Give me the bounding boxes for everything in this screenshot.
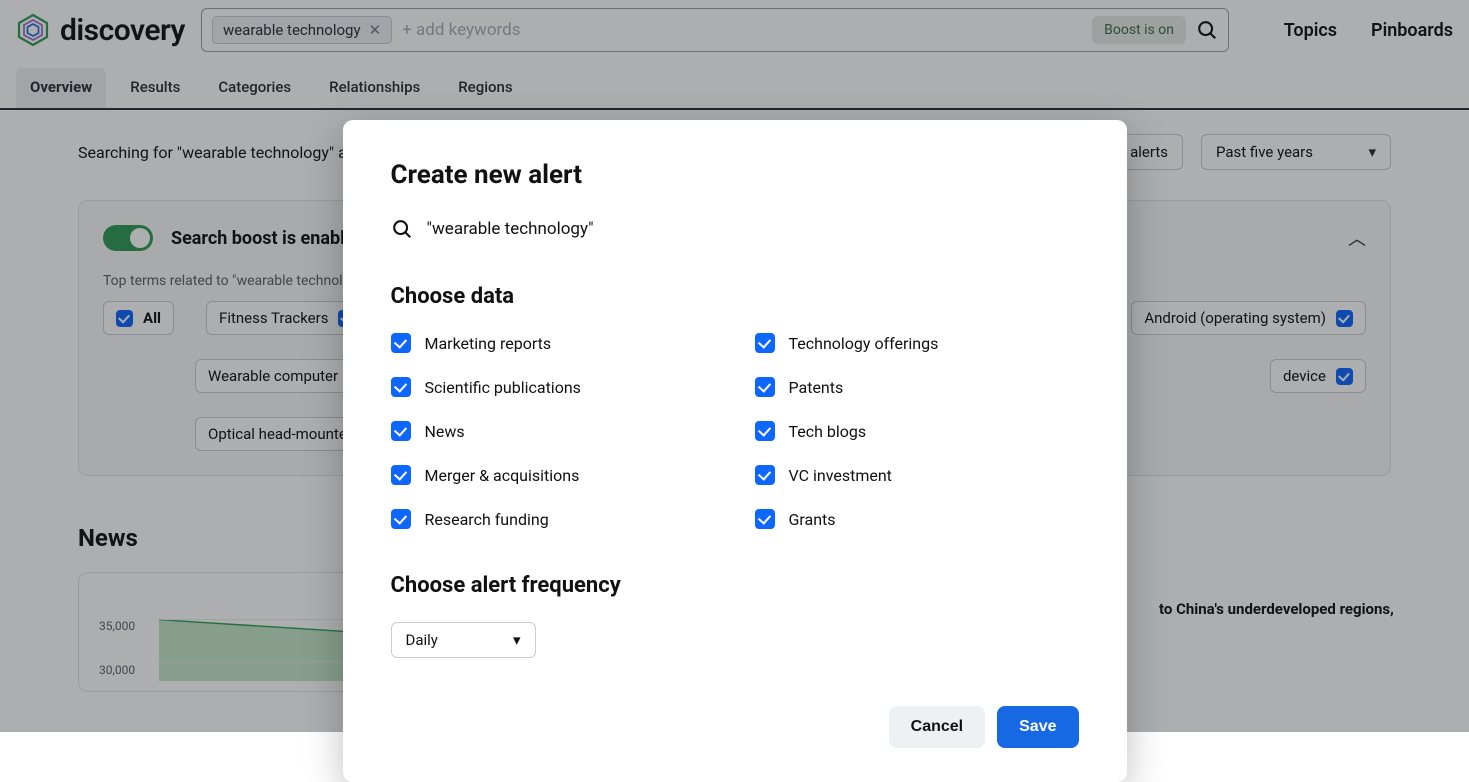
data-source-item[interactable]: Technology offerings [755,333,1079,353]
data-source-label: Technology offerings [789,334,939,353]
data-source-item[interactable]: News [391,421,715,441]
data-source-item[interactable]: VC investment [755,465,1079,485]
checkbox-icon [755,465,775,485]
data-source-item[interactable]: Merger & acquisitions [391,465,715,485]
data-source-item[interactable]: Scientific publications [391,377,715,397]
checkbox-icon [391,377,411,397]
data-source-label: Scientific publications [425,378,581,397]
save-button[interactable]: Save [997,706,1078,748]
checkbox-icon [391,465,411,485]
data-source-label: News [425,422,465,441]
data-source-item[interactable]: Research funding [391,509,715,529]
data-source-item[interactable]: Patents [755,377,1079,397]
modal-overlay[interactable]: Create new alert "wearable technology" C… [0,0,1469,732]
choose-frequency-heading: Choose alert frequency [391,573,1079,598]
data-source-label: Grants [789,510,836,529]
modal-actions: Cancel Save [391,706,1079,748]
checkbox-icon [755,509,775,529]
alert-query: "wearable technology" [391,218,1079,240]
checkbox-icon [391,421,411,441]
checkbox-icon [755,421,775,441]
frequency-value: Daily [406,631,438,649]
checkbox-icon [755,377,775,397]
checkbox-icon [391,333,411,353]
data-source-grid: Marketing reports Technology offerings S… [391,333,1079,529]
data-source-label: Patents [789,378,844,397]
data-source-item[interactable]: Tech blogs [755,421,1079,441]
data-source-label: Merger & acquisitions [425,466,580,485]
frequency-select[interactable]: Daily ▾ [391,622,536,658]
modal-title: Create new alert [391,160,1079,190]
data-source-item[interactable]: Marketing reports [391,333,715,353]
create-alert-modal: Create new alert "wearable technology" C… [343,120,1127,782]
chevron-down-icon: ▾ [513,631,521,649]
data-source-label: Research funding [425,510,549,529]
data-source-label: Tech blogs [789,422,867,441]
data-source-label: VC investment [789,466,892,485]
checkbox-icon [755,333,775,353]
alert-query-text: "wearable technology" [427,219,594,239]
data-source-label: Marketing reports [425,334,552,353]
cancel-button[interactable]: Cancel [889,706,985,748]
checkbox-icon [391,509,411,529]
search-icon [391,218,413,240]
choose-data-heading: Choose data [391,284,1079,309]
data-source-item[interactable]: Grants [755,509,1079,529]
